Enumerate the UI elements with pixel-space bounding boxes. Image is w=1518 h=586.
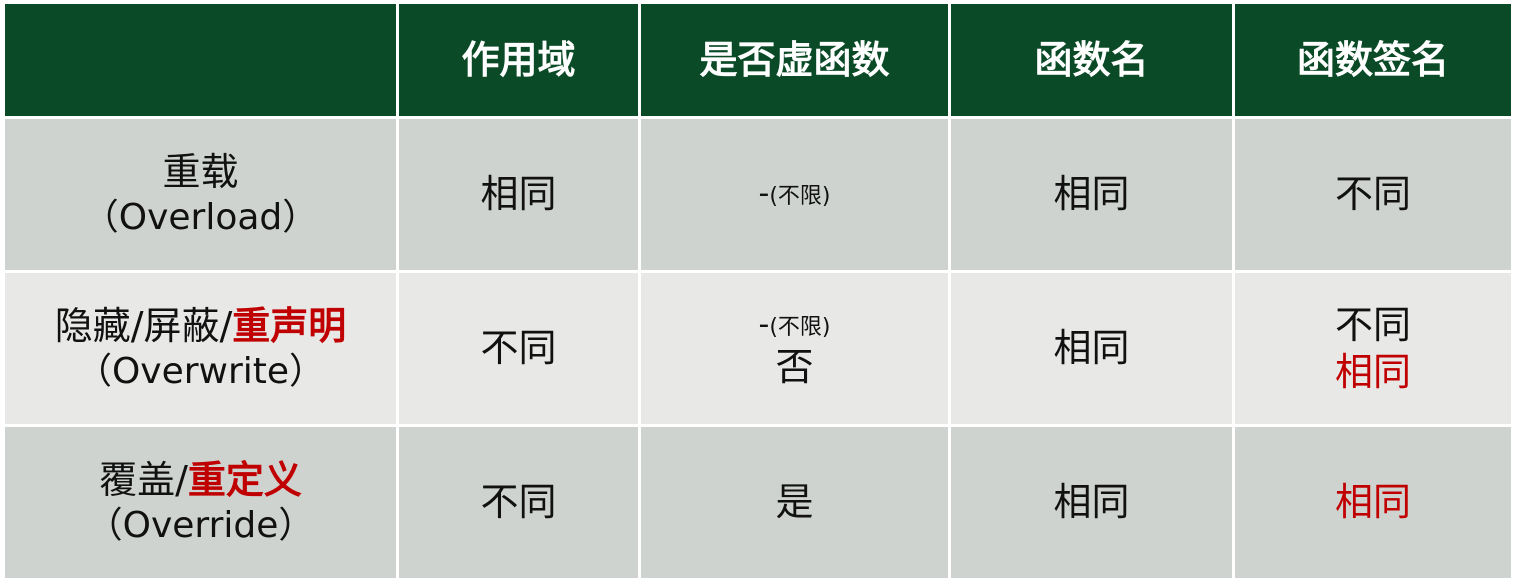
- virtual-note: (不限): [769, 315, 831, 341]
- row-overload-func-name: 相同: [951, 119, 1232, 270]
- header-corner-cell: [5, 4, 396, 116]
- row-overload-scope: 相同: [399, 119, 638, 270]
- row-overload-virtual: -(不限): [641, 119, 948, 270]
- row-name-cn: 隐藏/屏蔽/重声明: [55, 303, 347, 349]
- row-name-cn: 重载: [162, 150, 239, 195]
- row-override-virtual: 是: [641, 427, 948, 578]
- row-override-scope: 不同: [399, 427, 638, 578]
- row-overwrite-virtual: -(不限) 否: [641, 273, 948, 424]
- row-overwrite-func-name: 相同: [951, 273, 1232, 424]
- virtual-note: (不限): [769, 184, 831, 210]
- row-overwrite-signature: 不同 相同: [1235, 273, 1511, 424]
- row-override-name-cell: 覆盖/重定义 （Override）: [5, 427, 396, 578]
- row-name-cn: 覆盖/重定义: [99, 457, 302, 503]
- signature-value: 不同: [1334, 303, 1411, 348]
- row-name-cn-emphasis: 重声明: [232, 304, 347, 349]
- comparison-table: 作用域 是否虚函数 函数名 函数签名 重载 （Overload） 相同 -(不限…: [0, 0, 1518, 586]
- header-scope: 作用域: [399, 4, 638, 116]
- row-name-cn-plain: 隐藏/屏蔽/: [54, 304, 233, 349]
- header-func-name: 函数名: [951, 4, 1232, 116]
- row-name-en: （Overwrite）: [75, 350, 326, 392]
- virtual-alt-value: 否: [775, 344, 814, 389]
- virtual-value: -(不限): [759, 176, 831, 213]
- virtual-dash: -: [758, 307, 770, 343]
- header-is-virtual: 是否虚函数: [641, 4, 948, 116]
- row-override-signature: 相同: [1235, 427, 1511, 578]
- header-signature: 函数签名: [1235, 4, 1511, 116]
- row-name-en: （Override）: [86, 504, 315, 546]
- row-name-en: （Overload）: [82, 196, 319, 238]
- row-override-func-name: 相同: [951, 427, 1232, 578]
- virtual-value: -(不限): [759, 307, 831, 344]
- row-name-cn-plain: 覆盖/: [99, 458, 188, 503]
- row-overload-signature: 不同: [1235, 119, 1511, 270]
- row-overwrite-scope: 不同: [399, 273, 638, 424]
- row-overload-name-cell: 重载 （Overload）: [5, 119, 396, 270]
- row-overwrite-name-cell: 隐藏/屏蔽/重声明 （Overwrite）: [5, 273, 396, 424]
- signature-alt-value: 相同: [1334, 349, 1411, 394]
- virtual-dash: -: [758, 176, 770, 212]
- row-name-cn-emphasis: 重定义: [187, 458, 302, 503]
